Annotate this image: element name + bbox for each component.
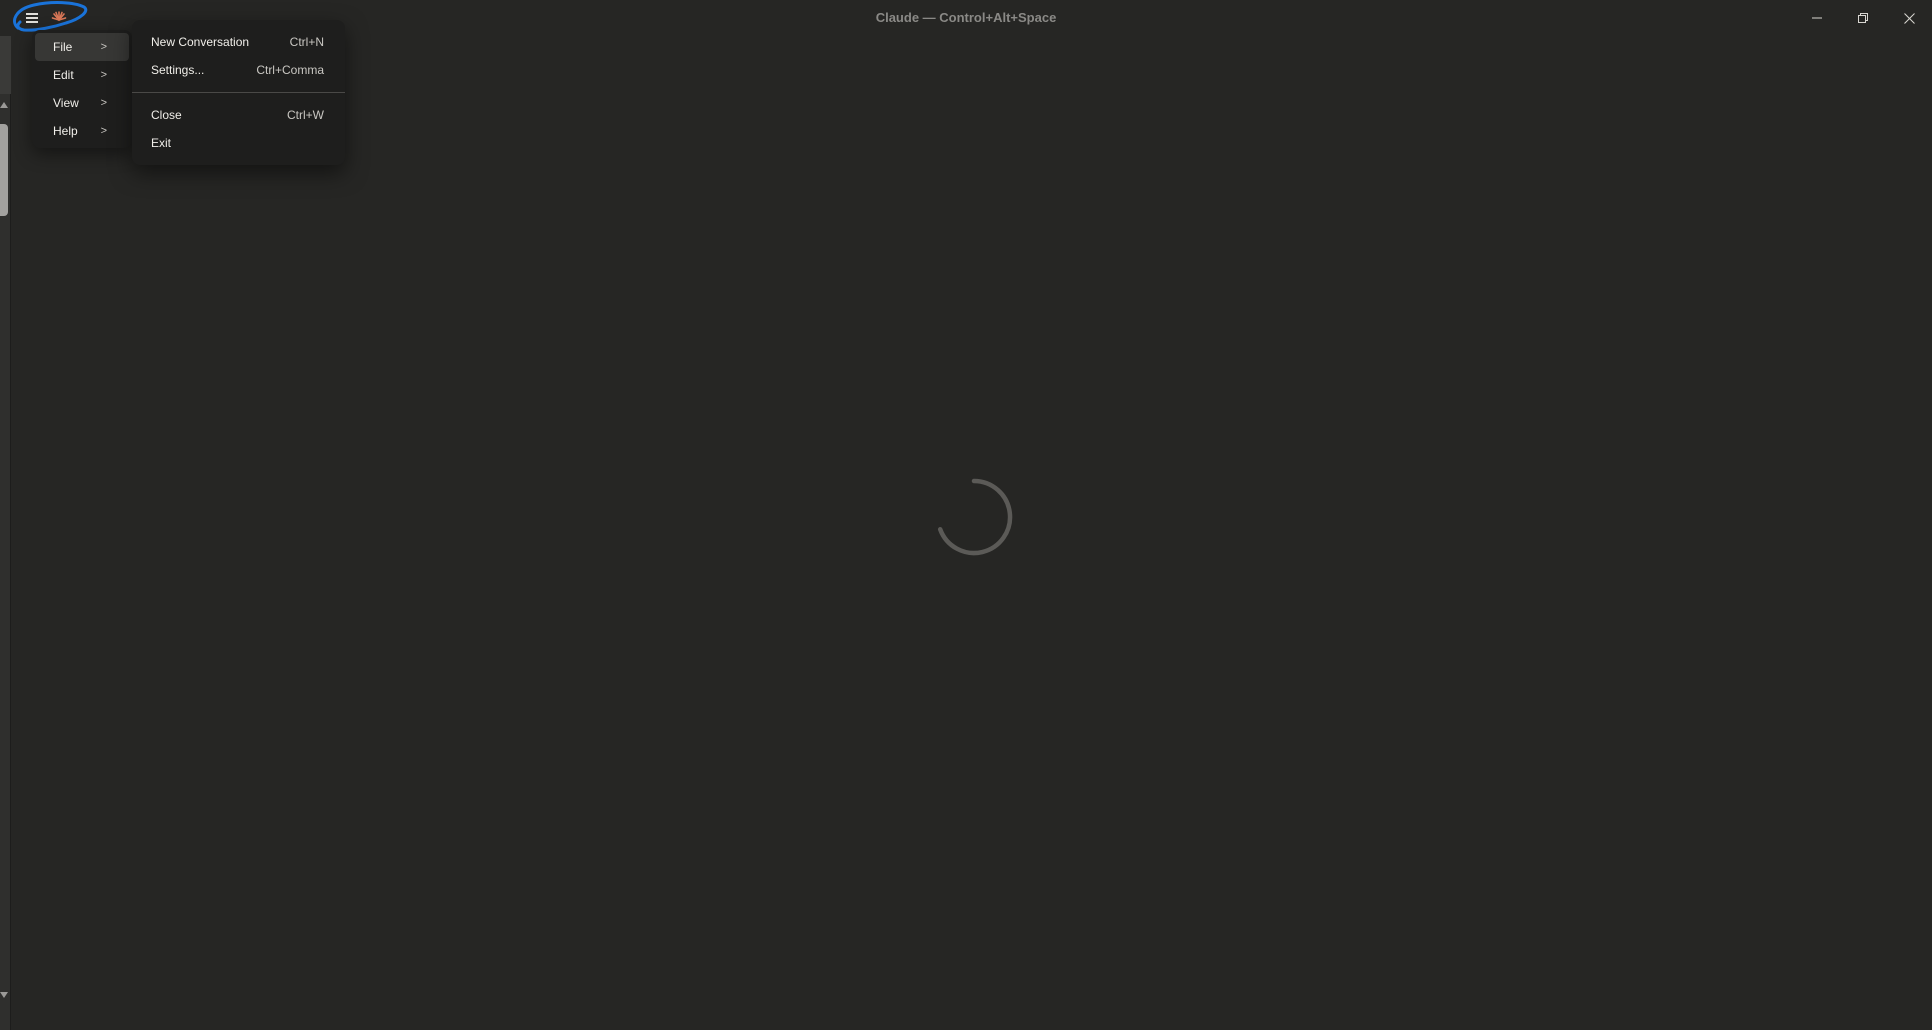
menu-item-exit[interactable]: Exit (136, 129, 341, 157)
app-menu: File > Edit > View > Help > (32, 30, 132, 148)
minimize-button[interactable] (1794, 0, 1840, 36)
menu-item-label: View (53, 96, 79, 110)
menu-item-close[interactable]: Close Ctrl+W (136, 101, 341, 129)
menu-item-shortcut: Ctrl+Comma (256, 63, 324, 77)
sidebar-edge (0, 36, 11, 1030)
close-window-button[interactable] (1886, 0, 1932, 36)
window-controls (1794, 0, 1932, 36)
menu-item-label: Close (151, 108, 182, 122)
chevron-right-icon: > (100, 125, 107, 137)
menu-item-label: Edit (53, 68, 74, 82)
menu-item-file[interactable]: File > (35, 33, 129, 61)
menu-item-shortcut: Ctrl+W (287, 108, 324, 122)
scrollbar-thumb[interactable] (0, 124, 8, 216)
file-submenu: New Conversation Ctrl+N Settings... Ctrl… (132, 20, 345, 165)
app-window: Claude — Control+Alt+Space File > Edit >… (0, 0, 1932, 1030)
close-icon (1903, 12, 1915, 24)
chevron-right-icon: > (100, 41, 107, 53)
minimize-icon (1812, 17, 1822, 19)
scroll-down-arrow-icon[interactable] (0, 992, 8, 998)
menu-item-help[interactable]: Help > (35, 117, 129, 145)
menu-item-label: Settings... (151, 63, 205, 77)
menu-item-shortcut: Ctrl+N (289, 35, 324, 49)
chevron-right-icon: > (100, 97, 107, 109)
menu-item-label: New Conversation (151, 35, 250, 49)
menu-separator (132, 92, 345, 93)
scroll-up-arrow-icon[interactable] (0, 102, 8, 108)
menu-item-label: Exit (151, 136, 172, 150)
menu-item-edit[interactable]: Edit > (35, 61, 129, 89)
restore-icon (1858, 13, 1868, 23)
menu-item-label: File (53, 40, 73, 54)
menu-item-label: Help (53, 124, 78, 138)
menu-item-new-conversation[interactable]: New Conversation Ctrl+N (136, 28, 341, 56)
menu-item-settings[interactable]: Settings... Ctrl+Comma (136, 56, 341, 84)
loading-spinner-icon (937, 478, 1013, 556)
menu-item-view[interactable]: View > (35, 89, 129, 117)
chevron-right-icon: > (100, 69, 107, 81)
sidebar-edge-block (0, 36, 11, 94)
maximize-button[interactable] (1840, 0, 1886, 36)
